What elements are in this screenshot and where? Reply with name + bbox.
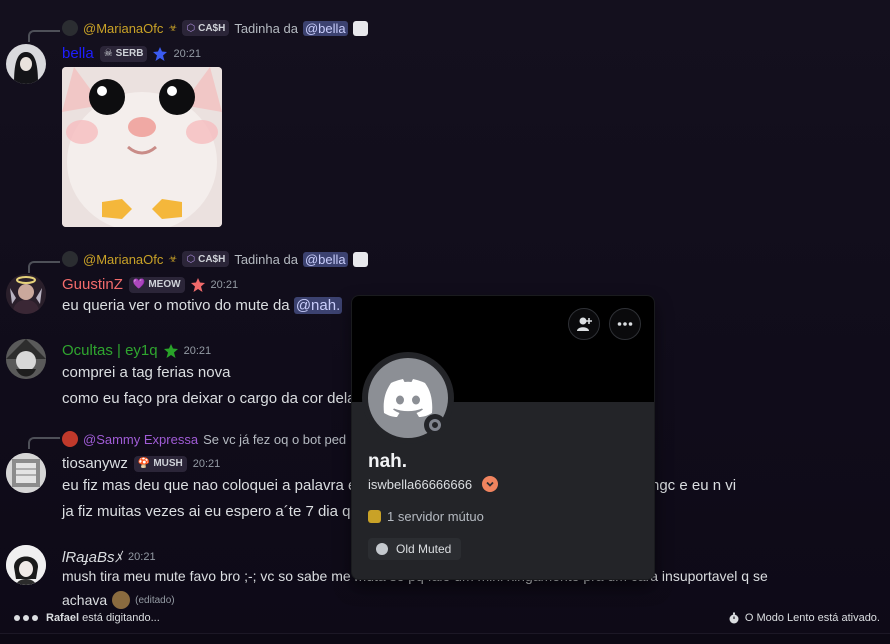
timestamp: 20:21 [173,47,201,60]
status-offline-icon [424,414,446,436]
emoji-icon [352,20,368,36]
typing-indicator: Rafael está digitando... [14,612,160,624]
typing-user: Rafael [46,612,80,624]
avatar[interactable] [6,339,46,379]
skull-icon: ☣ [168,253,178,265]
timestamp: 20:21 [192,457,221,470]
edited-label: (editado) [135,594,175,606]
username[interactable]: tiosanywz [62,455,128,472]
message-header: bella ☠ SERB 20:21 [62,45,201,62]
reply-text: Se vc já fez oq o bot ped [203,431,347,447]
reply-mention[interactable]: @bella [302,20,348,36]
reply-author[interactable]: @Sammy Expressa [83,432,198,447]
profile-username[interactable]: iswbella66666666 [368,477,472,492]
footer-bar [0,633,890,644]
star-badge-icon [153,46,168,61]
message-mention[interactable]: @nah. [293,297,343,314]
message-header: GuustinZ 💜 MEOW 20:21 [62,276,238,293]
discord-logo-icon [383,379,433,417]
username[interactable]: GuustinZ [62,276,123,293]
reply-text: Tadinha da [234,20,298,36]
chat-area: @MarianaOfc ☣ ⬡ CA$H Tadinha da @bella be… [0,0,890,644]
slowmode-indicator: O Modo Lento está ativado. [728,612,880,624]
avatar-art [6,453,46,493]
avatar[interactable] [6,44,46,84]
add-friend-button[interactable] [568,308,600,340]
reply-mention[interactable]: @bella [302,251,348,267]
reply-preview[interactable]: @MarianaOfc ☣ ⬡ CA$H Tadinha da @bella [62,20,368,36]
message-text-trailing: ngc e eu n vi [651,477,737,494]
avatar[interactable] [6,453,46,493]
avatar-art [6,274,46,314]
message-header: tiosanywz 🍄 MUSH 20:21 [62,455,220,472]
more-options-button[interactable] [609,308,641,340]
star-badge-icon [163,343,178,358]
role-pill[interactable]: Old Muted [368,538,462,560]
message-text: comprei a tag ferias nova [62,364,231,381]
avatar-art [6,44,46,84]
timestamp: 20:21 [210,278,239,291]
skull-icon: ☣ [168,22,178,34]
star-badge-icon [190,277,205,292]
message-text: eu fiz mas deu que nao coloquei a palavr… [62,477,357,494]
emoji-icon [352,251,368,267]
message-text: como eu faço pra deixar o cargo da cor d… [62,390,356,407]
reply-connector [28,30,60,42]
reply-avatar [62,251,78,267]
cat-image[interactable] [62,67,222,227]
timer-icon [729,612,739,624]
timestamp: 20:21 [183,344,212,357]
avatar-art [6,339,46,379]
reply-avatar [62,431,78,447]
guild-tag: ⬡ CA$H [182,20,230,36]
more-icon [617,322,633,326]
guild-tag: 🍄 MUSH [133,455,187,472]
mutual-servers[interactable]: 1 servidor mútuo [368,509,484,524]
message-text: eu queria ver o motivo do mute da @nah. [62,297,343,314]
reply-author[interactable]: @MarianaOfc [83,21,163,36]
avatar[interactable] [6,545,46,585]
guild-tag: ⬡ CA$H [182,251,230,267]
reply-text: Tadinha da [234,251,298,267]
role-color-dot [376,543,388,555]
username[interactable]: ɫRaɟaBsﾒ [62,546,122,567]
guild-tag: 💜 MEOW [128,276,185,293]
cat-image-art [62,67,222,227]
chevron-down-icon[interactable] [482,476,499,492]
message-text: ja fiz muitas vezes ai eu espero a´te 7 … [62,503,359,520]
reply-connector [28,261,60,273]
timestamp: 20:21 [128,550,156,563]
role-name: Old Muted [396,542,452,556]
profile-display-name: nah. [368,451,408,472]
reply-author[interactable]: @MarianaOfc [83,252,163,267]
typing-dots-icon [14,615,38,621]
message-header: ɫRaɟaBsﾒ 20:21 [62,546,156,567]
avatar[interactable] [6,274,46,314]
reply-avatar [62,20,78,36]
message-text-line2: achava (editado) [62,591,175,609]
add-friend-icon [577,317,592,331]
profile-username-row: iswbella66666666 [368,476,499,492]
reply-preview[interactable]: @Sammy Expressa Se vc já fez oq o bot pe… [62,431,346,447]
username[interactable]: bella [62,45,94,62]
message-header: Ocultas | ey1q 20:21 [62,342,211,359]
username[interactable]: Ocultas | ey1q [62,342,158,359]
reply-preview[interactable]: @MarianaOfc ☣ ⬡ CA$H Tadinha da @bella [62,251,368,267]
avatar-art [6,545,46,585]
emoji-icon [112,591,131,609]
server-icon [368,510,381,523]
reply-connector [28,437,60,449]
profile-popout[interactable]: nah. iswbella66666666 1 servidor mútuo O… [351,295,655,580]
guild-tag: ☠ SERB [99,45,148,62]
